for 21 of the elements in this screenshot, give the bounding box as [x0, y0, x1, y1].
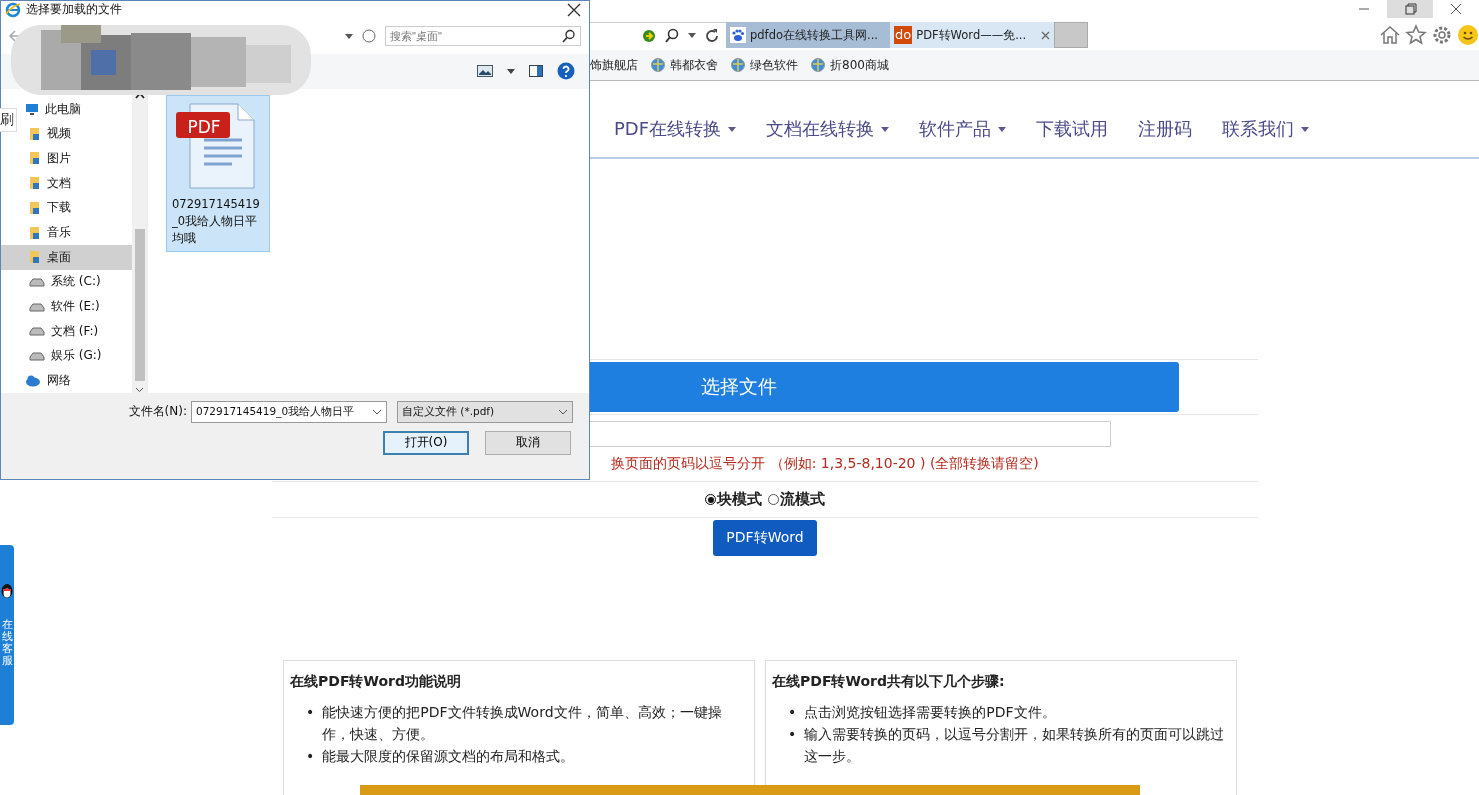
bullet: • — [306, 747, 315, 766]
panel-title: 在线PDF转Word功能说明 — [290, 673, 462, 691]
file-name: 072917145419_0我给人物日平均哦 — [172, 195, 261, 247]
bullet: • — [788, 725, 797, 744]
mode-label: 块模式 — [717, 490, 762, 509]
tab-label: pdfdo在线转换工具网... — [750, 27, 879, 43]
bullet: • — [306, 703, 315, 722]
list-item: 点击浏览按钮选择需要转换的PDF文件。 — [804, 703, 1056, 722]
mode-label: 流模式 — [780, 490, 825, 509]
bullet: • — [788, 703, 797, 722]
dialog-title: 选择要加载的文件 — [26, 1, 122, 19]
tooltip: 刷 — [0, 108, 17, 132]
hint-text: 换页面的页码以逗号分开 （例如: 1,3,5-8,10-20 ) (全部转换请留空) — [611, 455, 1039, 473]
list-item: 能最大限度的保留源文档的布局和格式。 — [322, 747, 575, 766]
file-name-label: 文件名(N): — [128, 403, 187, 421]
pdf-label: PDF — [186, 115, 222, 139]
list-item: 能快速方便的把PDF文件转换成Word文件，简单、高效；一键操作，快速、方便。 — [322, 703, 723, 744]
panel-title: 在线PDF转Word共有以下几个步骤: — [772, 673, 1006, 691]
tab-label: PDF转Word——免... — [916, 27, 1028, 43]
site-logo-icon: do — [894, 26, 913, 44]
list-item: 输入需要转换的页码，以逗号分割开，如果转换所有的页面可以跳过这一步。 — [804, 725, 1226, 766]
